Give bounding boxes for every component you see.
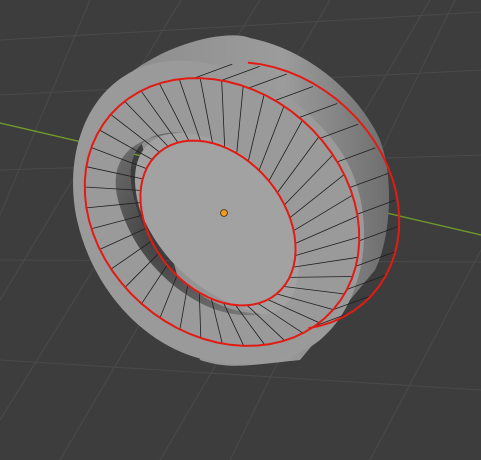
object-origin[interactable] [220, 209, 228, 217]
3d-viewport[interactable] [0, 0, 481, 460]
viewport-canvas[interactable] [0, 0, 481, 460]
grid-line [369, 249, 481, 460]
ring-mesh[interactable] [73, 35, 401, 366]
